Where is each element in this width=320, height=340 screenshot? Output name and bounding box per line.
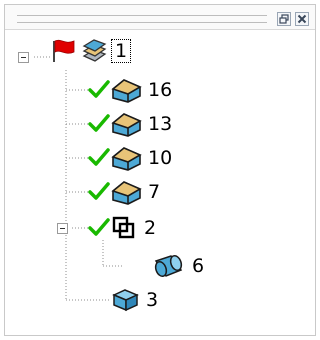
tree-node-label: 10 — [148, 147, 173, 169]
tree-node-7[interactable]: 7 — [88, 178, 160, 206]
solid-face-icon — [111, 147, 142, 171]
check-icon — [88, 114, 110, 132]
tree-node-label: 6 — [192, 255, 205, 277]
solid-face-icon — [111, 113, 142, 137]
tree-node-label: 7 — [148, 181, 161, 203]
node-2-collapse-toggle[interactable] — [57, 223, 68, 234]
solid-face-icon — [111, 181, 142, 205]
tree-node-3[interactable]: 3 — [110, 286, 158, 314]
tree-node-label: 1 — [111, 39, 132, 63]
tree-node-label: 13 — [148, 113, 173, 135]
red-flag-icon — [53, 39, 75, 62]
cube-icon — [112, 289, 139, 312]
check-icon — [88, 218, 110, 236]
check-icon — [88, 148, 110, 166]
part-stack-icon — [82, 39, 107, 62]
tree-node-label: 2 — [144, 217, 157, 239]
tree-node-16[interactable]: 16 — [88, 76, 172, 104]
boolean-overlap-icon — [112, 216, 135, 239]
root-collapse-toggle[interactable] — [18, 52, 29, 63]
tree-node-13[interactable]: 13 — [88, 110, 172, 138]
cylinder-icon — [154, 254, 183, 278]
solid-face-icon — [111, 79, 142, 103]
check-icon — [88, 80, 110, 98]
tree-node-10[interactable]: 10 — [88, 144, 172, 172]
tree-node-root[interactable]: 1 — [50, 37, 132, 65]
tree-node-2[interactable]: 2 — [88, 214, 156, 242]
tree-node-label: 3 — [146, 289, 159, 311]
tree-node-label: 16 — [148, 79, 173, 101]
check-icon — [88, 182, 110, 200]
tree-node-6[interactable]: 6 — [150, 252, 204, 280]
